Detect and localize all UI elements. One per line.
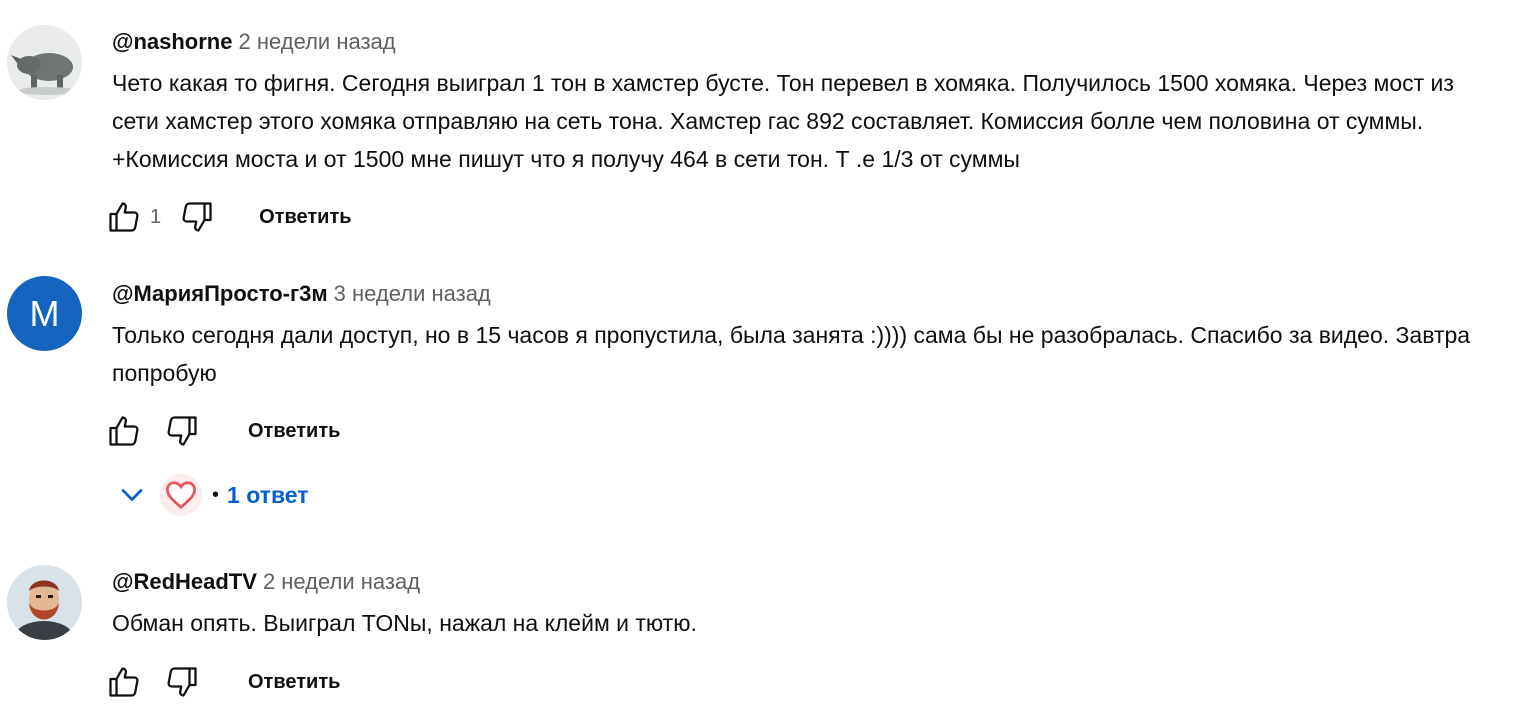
avatar[interactable] [7, 25, 82, 100]
reply-button[interactable]: Ответить [248, 671, 340, 694]
reply-button[interactable]: Ответить [259, 206, 351, 229]
comment-time[interactable]: 2 недели назад [263, 569, 420, 594]
comment-actions: 1 Ответить [106, 197, 352, 237]
thumbs-up-icon [109, 202, 139, 232]
like-count: 1 [150, 205, 162, 228]
comment-time[interactable]: 2 недели назад [238, 29, 395, 54]
avatar-letter: M [29, 292, 60, 334]
thumbs-up-icon [109, 667, 139, 697]
show-replies-button[interactable]: • 1 ответ [114, 474, 309, 516]
comment-actions: Ответить [106, 662, 340, 702]
comment-text: Обман опять. Выиграл TONы, нажал на клей… [112, 610, 697, 636]
comment-header: @nashorne 2 недели назад [112, 28, 1502, 56]
thumbs-down-icon [167, 416, 197, 446]
comment-header: @RedHeadTV 2 недели назад [112, 568, 1502, 596]
author-name[interactable]: @nashorne [112, 29, 232, 54]
comment-actions: Ответить [106, 411, 340, 451]
thumbs-down-icon [167, 667, 197, 697]
avatar[interactable]: M [7, 276, 82, 351]
replies-separator: • [212, 483, 220, 506]
comment-time[interactable]: 3 недели назад [334, 281, 491, 306]
like-button[interactable] [106, 664, 142, 700]
author-name[interactable]: @МарияПросто-г3м [112, 281, 328, 306]
comment-text: Только сегодня дали доступ, но в 15 часо… [112, 322, 1471, 386]
bearded-man-avatar-icon [7, 565, 82, 640]
like-button[interactable] [106, 199, 142, 235]
comment-header: @МарияПросто-г3м 3 недели назад [112, 280, 1502, 308]
dislike-button[interactable] [164, 664, 200, 700]
avatar[interactable] [7, 565, 82, 640]
chevron-down-icon [121, 489, 143, 501]
like-button[interactable] [106, 413, 142, 449]
replies-count[interactable]: 1 ответ [227, 482, 309, 509]
dislike-button[interactable] [179, 199, 215, 235]
reply-button[interactable]: Ответить [248, 420, 340, 443]
thumbs-down-icon [182, 202, 212, 232]
author-name[interactable]: @RedHeadTV [112, 569, 257, 594]
creator-heart-icon [160, 474, 202, 516]
dislike-button[interactable] [164, 413, 200, 449]
rhino-avatar-icon [7, 25, 82, 100]
comment-text: Чето какая то фигня. Сегодня выиграл 1 т… [112, 70, 1454, 172]
thumbs-up-icon [109, 416, 139, 446]
